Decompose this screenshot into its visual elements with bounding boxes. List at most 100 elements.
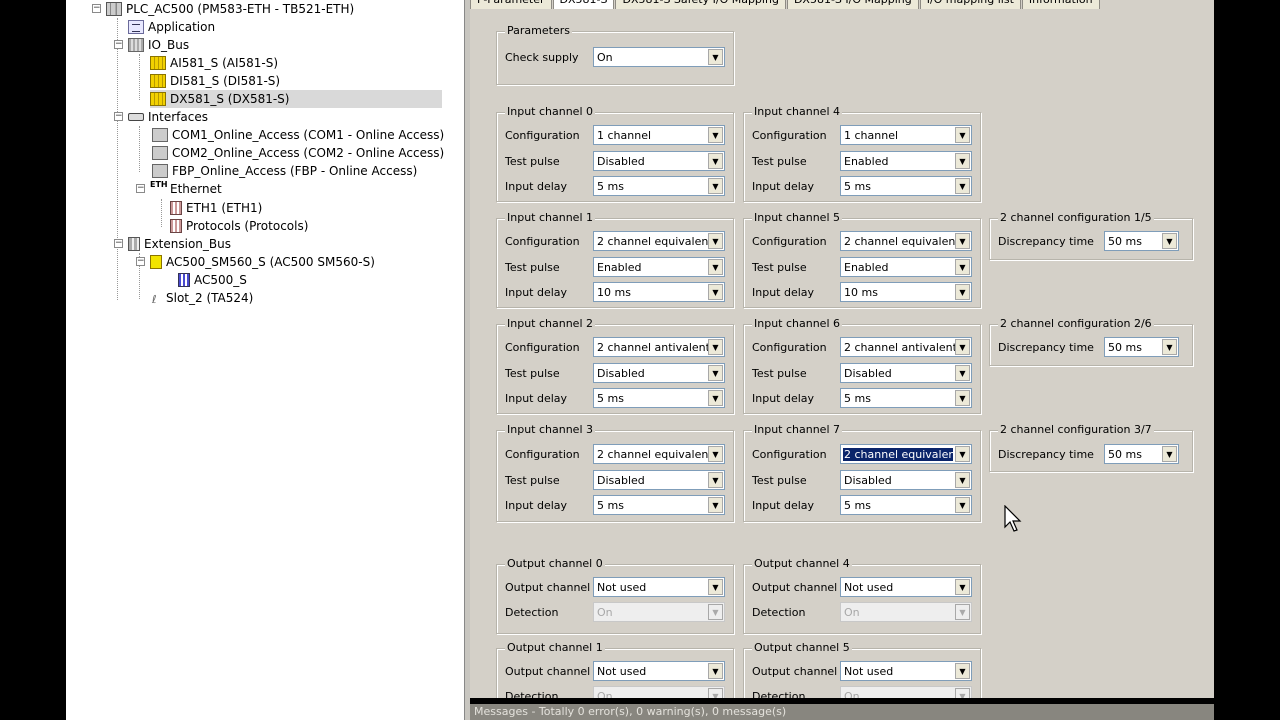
dropdown-arrow-icon[interactable]: ▼	[708, 472, 723, 488]
dropdown-arrow-icon[interactable]: ▼	[955, 127, 970, 143]
discrepancy-time-select[interactable]: 50 ms ▼	[1104, 231, 1179, 251]
configuration-select[interactable]: 1 channel ▼	[840, 125, 972, 145]
device-tree[interactable]: − PLC_AC500 (PM583-ETH - TB521-ETH) Appl…	[66, 0, 464, 720]
configuration-select[interactable]: 2 channel equivalent ▼	[593, 444, 725, 464]
tree-item[interactable]: − AC500_SM560_S (AC500 SM560-S)	[136, 253, 375, 271]
collapse-icon[interactable]: −	[136, 257, 145, 266]
tab-io-mapping[interactable]: DX581-S I/O Mapping	[786, 0, 919, 9]
tree-item[interactable]: COM1_Online_Access (COM1 - Online Access…	[152, 126, 444, 144]
output-channel-select[interactable]: Not used ▼	[593, 661, 725, 681]
tree-item[interactable]: COM2_Online_Access (COM2 - Online Access…	[152, 144, 444, 162]
dropdown-arrow-icon[interactable]: ▼	[708, 579, 723, 595]
output-channel-select[interactable]: Not used ▼	[840, 661, 972, 681]
input-delay-select[interactable]: 10 ms ▼	[840, 282, 972, 302]
dropdown-arrow-icon[interactable]: ▼	[955, 284, 970, 300]
dropdown-arrow-icon[interactable]: ▼	[955, 497, 970, 513]
dropdown-arrow-icon[interactable]: ▼	[708, 153, 723, 169]
combo-value: 10 ms	[844, 285, 878, 299]
test-pulse-select[interactable]: Disabled ▼	[593, 470, 725, 490]
input-delay-select[interactable]: 5 ms ▼	[593, 495, 725, 515]
dropdown-arrow-icon[interactable]: ▼	[955, 153, 970, 169]
collapse-icon[interactable]: −	[114, 239, 123, 248]
tree-item[interactable]: Application	[128, 18, 215, 36]
tree-item[interactable]: AC500_S	[178, 271, 247, 289]
dropdown-arrow-icon[interactable]: ▼	[708, 233, 723, 249]
tab-information[interactable]: Information	[1021, 0, 1100, 9]
output-channel-select[interactable]: Not used ▼	[593, 577, 725, 597]
dropdown-arrow-icon[interactable]: ▼	[955, 390, 970, 406]
dropdown-arrow-icon[interactable]: ▼	[955, 663, 970, 679]
dropdown-arrow-icon[interactable]: ▼	[1162, 339, 1177, 355]
input-delay-select[interactable]: 5 ms ▼	[840, 176, 972, 196]
configuration-select[interactable]: 2 channel antivalent ▼	[593, 337, 725, 357]
tree-item[interactable]: ETH1 (ETH1)	[170, 199, 262, 217]
tree-item[interactable]: − Extension_Bus	[114, 235, 231, 253]
test-pulse-select[interactable]: Enabled ▼	[593, 257, 725, 277]
output-channel-select[interactable]: Not used ▼	[840, 577, 972, 597]
check-supply-select[interactable]: On ▼	[593, 47, 725, 67]
test-pulse-select[interactable]: Enabled ▼	[840, 151, 972, 171]
dropdown-arrow-icon[interactable]: ▼	[955, 446, 970, 462]
tree-item[interactable]: − IO_Bus	[114, 36, 189, 54]
dropdown-arrow-icon[interactable]: ▼	[955, 472, 970, 488]
configuration-select[interactable]: 2 channel antivalent ▼	[840, 337, 972, 357]
tab-f-parameter[interactable]: F-Parameter	[470, 0, 552, 9]
discrepancy-time-select[interactable]: 50 ms ▼	[1104, 337, 1179, 357]
dropdown-arrow-icon[interactable]: ▼	[708, 663, 723, 679]
test-pulse-select[interactable]: Disabled ▼	[593, 151, 725, 171]
tree-item-selected[interactable]: DX581_S (DX581-S)	[150, 90, 442, 108]
dropdown-arrow-icon[interactable]: ▼	[708, 339, 723, 355]
tree-item[interactable]: AI581_S (AI581-S)	[150, 54, 278, 72]
collapse-icon[interactable]: −	[114, 112, 123, 121]
tree-item[interactable]: FBP_Online_Access (FBP - Online Access)	[152, 162, 417, 180]
dropdown-arrow-icon[interactable]: ▼	[708, 284, 723, 300]
messages-status-bar[interactable]: Messages - Totally 0 error(s), 0 warning…	[470, 698, 1214, 720]
tree-item[interactable]: Protocols (Protocols)	[170, 217, 308, 235]
dropdown-arrow-icon[interactable]: ▼	[1162, 233, 1177, 249]
collapse-icon[interactable]: −	[114, 40, 123, 49]
configuration-select[interactable]: 2 channel equivalent ▼	[593, 231, 725, 251]
dropdown-arrow-icon[interactable]: ▼	[955, 233, 970, 249]
dropdown-arrow-icon[interactable]: ▼	[708, 390, 723, 406]
field-label: Input delay	[752, 498, 815, 512]
test-pulse-select[interactable]: Enabled ▼	[840, 257, 972, 277]
collapse-icon[interactable]: −	[92, 4, 101, 13]
dropdown-arrow-icon[interactable]: ▼	[708, 49, 723, 65]
dropdown-arrow-icon[interactable]: ▼	[1162, 446, 1177, 462]
configuration-select[interactable]: 1 channel ▼	[593, 125, 725, 145]
configuration-select[interactable]: 2 channel equivalent ▼	[840, 231, 972, 251]
input-delay-select[interactable]: 5 ms ▼	[593, 176, 725, 196]
dropdown-arrow-icon[interactable]: ▼	[708, 497, 723, 513]
tree-item[interactable]: − Interfaces	[114, 108, 208, 126]
dropdown-arrow-icon[interactable]: ▼	[708, 127, 723, 143]
dropdown-arrow-icon[interactable]: ▼	[708, 259, 723, 275]
field-label: Configuration	[505, 128, 580, 142]
tree-item[interactable]: − PLC_AC500 (PM583-ETH - TB521-ETH)	[92, 0, 354, 18]
input-delay-select[interactable]: 10 ms ▼	[593, 282, 725, 302]
dropdown-arrow-icon[interactable]: ▼	[955, 579, 970, 595]
dropdown-arrow-icon[interactable]: ▼	[708, 178, 723, 194]
test-pulse-select[interactable]: Disabled ▼	[593, 363, 725, 383]
collapse-icon[interactable]: −	[136, 184, 145, 193]
tree-item[interactable]: ℓ Slot_2 (TA524)	[152, 289, 253, 307]
dropdown-arrow-icon[interactable]: ▼	[955, 339, 970, 355]
tab-safety-io-mapping[interactable]: DX581-S Safety I/O Mapping	[615, 0, 786, 9]
discrepancy-time-select[interactable]: 50 ms ▼	[1104, 444, 1179, 464]
tree-item[interactable]: DI581_S (DI581-S)	[150, 72, 280, 90]
dropdown-arrow-icon[interactable]: ▼	[955, 365, 970, 381]
tree-item[interactable]: − ETH Ethernet	[136, 180, 222, 198]
input-delay-select[interactable]: 5 ms ▼	[593, 388, 725, 408]
configuration-select-focused[interactable]: 2 channel equivalent ▼	[840, 444, 972, 464]
dropdown-arrow-icon[interactable]: ▼	[708, 446, 723, 462]
input-delay-row: Input delay 5 ms ▼	[505, 495, 725, 515]
dropdown-arrow-icon[interactable]: ▼	[955, 259, 970, 275]
check-supply-row: Check supply On ▼	[505, 47, 725, 67]
input-delay-select[interactable]: 5 ms ▼	[840, 495, 972, 515]
tab-io-mapping-list[interactable]: I/O mapping list	[919, 0, 1021, 9]
tab-dx581-s[interactable]: DX581-S	[552, 0, 615, 9]
test-pulse-select[interactable]: Disabled ▼	[840, 470, 972, 490]
input-delay-select[interactable]: 5 ms ▼	[840, 388, 972, 408]
dropdown-arrow-icon[interactable]: ▼	[955, 178, 970, 194]
test-pulse-select[interactable]: Disabled ▼	[840, 363, 972, 383]
dropdown-arrow-icon[interactable]: ▼	[708, 365, 723, 381]
